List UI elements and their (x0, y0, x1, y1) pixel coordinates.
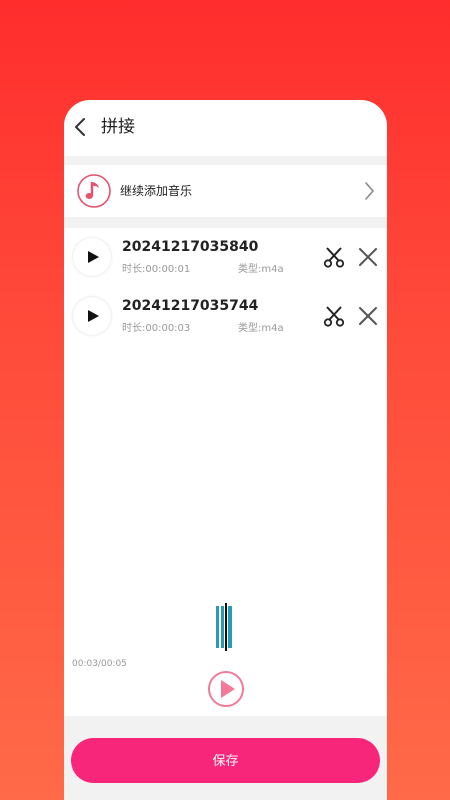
play-icon[interactable] (207, 670, 245, 708)
track-list: 20241217035840 时长:00:00:01 类型:m4a 202412… (64, 228, 387, 716)
track-type: 类型:m4a (238, 264, 284, 275)
music-note-icon (77, 174, 111, 208)
chevron-right-icon (365, 182, 374, 200)
add-music-row[interactable]: 继续添加音乐 (64, 165, 387, 217)
scissors-icon[interactable] (322, 304, 346, 328)
track-duration: 时长:00:00:01 (122, 264, 191, 275)
waveform[interactable] (214, 603, 236, 651)
play-button[interactable] (73, 238, 111, 276)
screen: 拼接 继续添加音乐 20241217035840 时长:00:00:01 类型:… (64, 100, 387, 800)
list-item: 20241217035840 时长:00:00:01 类型:m4a (64, 228, 387, 280)
track-name: 20241217035744 (122, 298, 259, 314)
play-icon (88, 310, 99, 322)
play-icon (88, 251, 99, 263)
close-icon[interactable] (358, 306, 378, 326)
header: 拼接 (64, 100, 387, 156)
track-duration: 时长:00:00:03 (122, 323, 191, 334)
chevron-left-icon[interactable] (72, 116, 90, 138)
footer: 保存 (64, 716, 387, 800)
time-readout: 00:03/00:05 (72, 659, 127, 669)
save-button[interactable]: 保存 (71, 738, 380, 783)
close-icon[interactable] (358, 247, 378, 267)
page-title: 拼接 (101, 117, 135, 137)
track-type: 类型:m4a (238, 323, 284, 334)
track-name: 20241217035840 (122, 239, 259, 255)
play-button[interactable] (73, 297, 111, 335)
add-music-label: 继续添加音乐 (120, 184, 193, 198)
list-item: 20241217035744 时长:00:00:03 类型:m4a (64, 287, 387, 339)
scissors-icon[interactable] (322, 245, 346, 269)
